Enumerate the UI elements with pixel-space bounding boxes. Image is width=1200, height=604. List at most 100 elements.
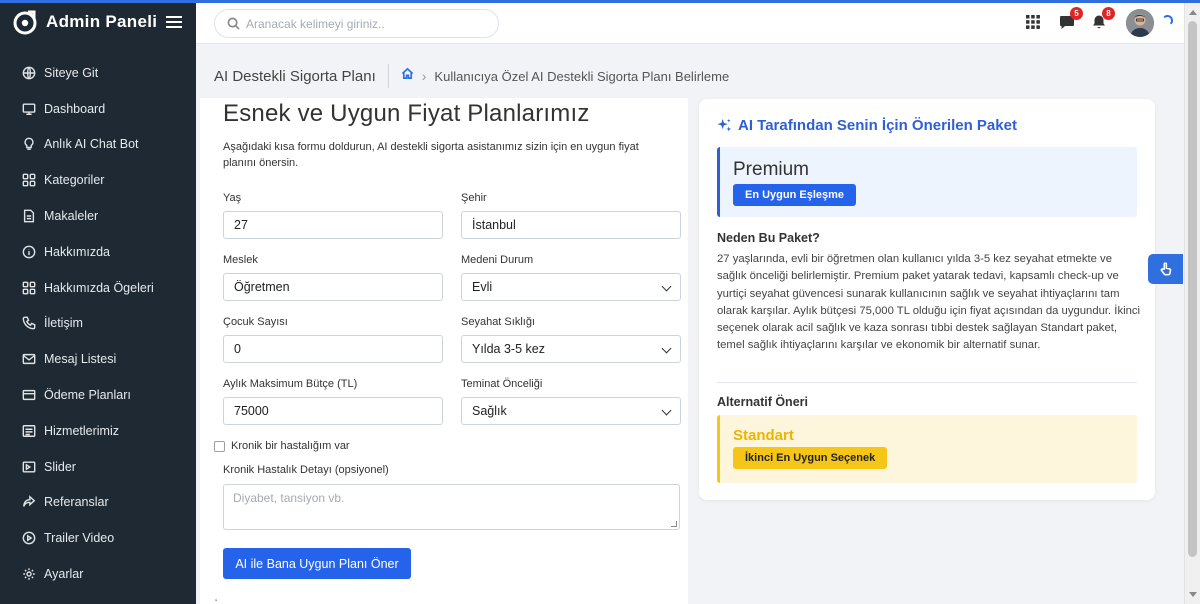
apps-grid-icon[interactable] <box>1024 13 1042 31</box>
alternative-title: Alternatif Öneri <box>717 395 808 409</box>
sidebar-item-odeme-planlari[interactable]: Ödeme Planları <box>0 377 196 413</box>
alternative-package: Standart İkinci En Uygun Seçenek <box>717 415 1137 483</box>
children-label: Çocuk Sayısı <box>223 316 288 328</box>
floating-action-button[interactable] <box>1148 254 1183 284</box>
coverage-value: Sağlık <box>472 404 507 418</box>
why-title: Neden Bu Paket? <box>717 231 820 245</box>
sidebar-item-siteye-git[interactable]: Siteye Git <box>0 55 196 91</box>
messages-badge: 5 <box>1070 7 1083 20</box>
sidebar-item-makaleler[interactable]: Makaleler <box>0 198 196 234</box>
brand-title: Admin Paneli <box>46 12 158 31</box>
city-label: Şehir <box>461 192 487 204</box>
coverage-label: Teminat Önceliği <box>461 378 543 390</box>
budget-field[interactable]: 75000 <box>223 397 443 425</box>
chevron-down-icon <box>661 281 672 292</box>
sidebar-item-label: İletişim <box>44 316 83 331</box>
sidebar-item-label: Referanslar <box>44 495 109 510</box>
user-avatar[interactable] <box>1126 9 1154 37</box>
sidebar-item-referanslar[interactable]: Referanslar <box>0 485 196 521</box>
messages-button[interactable]: 5 <box>1058 7 1083 31</box>
sidebar-item-label: Ayarlar <box>44 567 84 582</box>
cut-off-glyph: ʻ <box>215 598 218 604</box>
page-header: AI Destekli Sigorta Planı › Kullanıcıya … <box>214 62 729 90</box>
sidebar-item-hakkimizda-ogeleri[interactable]: Hakkımızda Ögeleri <box>0 270 196 306</box>
chronic-detail-placeholder: Diyabet, tansiyon vb. <box>233 491 345 505</box>
top-accent-line <box>0 0 1200 3</box>
sidebar-item-dashboard[interactable]: Dashboard <box>0 91 196 127</box>
sidebar-item-kategoriler[interactable]: Kategoriler <box>0 162 196 198</box>
scrollbar-thumb[interactable] <box>1188 21 1197 557</box>
hand-pointer-icon <box>1160 262 1171 276</box>
globe-icon <box>22 66 36 80</box>
sidebar-item-label: Slider <box>44 459 76 474</box>
sidebar-item-iletisim[interactable]: İletişim <box>0 306 196 342</box>
search-box[interactable] <box>214 9 499 38</box>
chronic-detail-label: Kronik Hastalık Detayı (opsiyonel) <box>223 464 389 476</box>
sidebar-nav: Siteye Git Dashboard Anlık AI Chat Bot K… <box>0 55 196 592</box>
resize-handle-icon[interactable] <box>671 521 677 527</box>
job-field[interactable]: Öğretmen <box>223 273 443 301</box>
grid-icon <box>22 281 36 295</box>
chevron-down-icon <box>661 405 672 416</box>
slides-icon <box>22 460 36 474</box>
sidebar: Admin Paneli Siteye Git Dashboard Anlık … <box>0 0 196 604</box>
alternative-name: Standart <box>733 427 794 444</box>
sidebar-item-mesaj-listesi[interactable]: Mesaj Listesi <box>0 341 196 377</box>
mail-icon <box>22 352 36 366</box>
loading-spinner-icon <box>1162 15 1173 26</box>
recommendation-card: AI Tarafından Senin İçin Önerilen Paket … <box>699 99 1155 500</box>
title-divider <box>387 64 389 88</box>
recommended-package: Premium En Uygun Eşleşme <box>717 147 1137 217</box>
sidebar-item-ayarlar[interactable]: Ayarlar <box>0 556 196 592</box>
sidebar-item-slider[interactable]: Slider <box>0 449 196 485</box>
top-header: 5 8 <box>196 3 1184 44</box>
sidebar-item-ai-chat-bot[interactable]: Anlık AI Chat Bot <box>0 127 196 163</box>
sidebar-item-label: Hakkımızda Ögeleri <box>44 280 154 295</box>
checkbox-box[interactable] <box>214 440 225 452</box>
age-value: 27 <box>234 218 248 232</box>
age-label: Yaş <box>223 192 242 204</box>
page-scrollbar[interactable] <box>1184 3 1200 604</box>
package-name: Premium <box>733 159 810 180</box>
menu-toggle-icon[interactable] <box>166 16 182 28</box>
info-icon <box>22 245 36 259</box>
home-icon[interactable] <box>401 67 414 85</box>
divider <box>717 382 1137 383</box>
lightbulb-icon <box>22 137 36 151</box>
best-match-badge: En Uygun Eşleşme <box>733 184 857 206</box>
document-icon <box>22 209 36 223</box>
sidebar-item-hakkimizda[interactable]: Hakkımızda <box>0 234 196 270</box>
sidebar-item-label: Anlık AI Chat Bot <box>44 137 139 152</box>
second-best-badge: İkinci En Uygun Seçenek <box>733 447 888 469</box>
sidebar-item-label: Hakkımızda <box>44 244 110 259</box>
age-field[interactable]: 27 <box>223 211 443 239</box>
sidebar-item-hizmetlerimiz[interactable]: Hizmetlerimiz <box>0 413 196 449</box>
brand[interactable]: Admin Paneli <box>0 0 196 44</box>
plan-form: Esnek ve Uygun Fiyat Planlarımız Aşağıda… <box>200 98 688 604</box>
sidebar-item-label: Kategoriler <box>44 173 105 188</box>
monitor-icon <box>22 102 36 116</box>
children-value: 0 <box>234 342 241 356</box>
form-heading: Esnek ve Uygun Fiyat Planlarımız <box>223 100 590 127</box>
sidebar-item-trailer-video[interactable]: Trailer Video <box>0 520 196 556</box>
submit-button[interactable]: AI ile Bana Uygun Planı Öner <box>223 548 411 579</box>
chronic-checkbox[interactable]: Kronik bir hastalığım var <box>214 440 350 452</box>
breadcrumb-current: Kullanıcıya Özel AI Destekli Sigorta Pla… <box>434 68 730 84</box>
sidebar-item-label: Makaleler <box>44 209 99 224</box>
travel-select[interactable]: Yılda 3-5 kez <box>461 335 681 363</box>
scroll-down-icon[interactable] <box>1189 592 1197 597</box>
coverage-select[interactable]: Sağlık <box>461 397 681 425</box>
job-value: Öğretmen <box>234 280 290 294</box>
page-title: AI Destekli Sigorta Planı <box>214 67 376 85</box>
city-field[interactable]: İstanbul <box>461 211 681 239</box>
marital-select[interactable]: Evli <box>461 273 681 301</box>
chronic-detail-textarea[interactable]: Diyabet, tansiyon vb. <box>223 484 680 530</box>
chevron-right-icon: › <box>421 68 427 84</box>
phone-icon <box>22 316 36 330</box>
search-input[interactable] <box>246 16 486 31</box>
notifications-button[interactable]: 8 <box>1090 7 1115 31</box>
sidebar-item-label: Hizmetlerimiz <box>44 423 119 438</box>
travel-label: Seyahat Sıklığı <box>461 316 535 328</box>
scroll-up-icon[interactable] <box>1189 10 1197 15</box>
children-field[interactable]: 0 <box>223 335 443 363</box>
